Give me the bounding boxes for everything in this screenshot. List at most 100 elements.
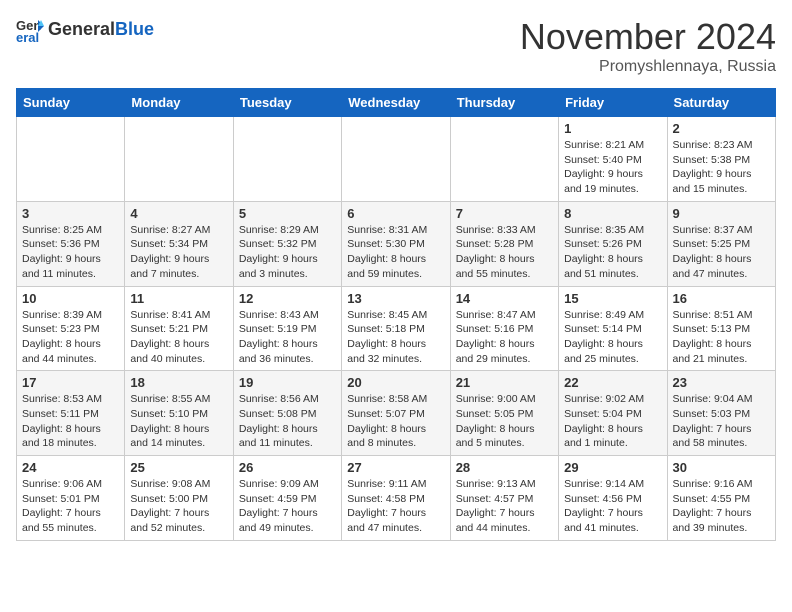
day-number: 10 [22, 291, 119, 306]
day-cell: 24Sunrise: 9:06 AM Sunset: 5:01 PM Dayli… [17, 456, 125, 541]
calendar: SundayMondayTuesdayWednesdayThursdayFrid… [16, 88, 776, 541]
day-info: Sunrise: 8:43 AM Sunset: 5:19 PM Dayligh… [239, 308, 336, 367]
calendar-header-row: SundayMondayTuesdayWednesdayThursdayFrid… [17, 89, 776, 117]
day-number: 18 [130, 375, 227, 390]
day-cell: 9Sunrise: 8:37 AM Sunset: 5:25 PM Daylig… [667, 201, 775, 286]
day-number: 25 [130, 460, 227, 475]
week-row-4: 17Sunrise: 8:53 AM Sunset: 5:11 PM Dayli… [17, 371, 776, 456]
day-number: 17 [22, 375, 119, 390]
col-header-wednesday: Wednesday [342, 89, 450, 117]
day-cell: 30 Sunrise: 9:16 AM Sunset: 4:55 PM Dayli… [667, 456, 775, 541]
day-info: Sunrise: 9:14 AM Sunset: 4:56 PM Dayligh… [564, 477, 661, 536]
day-number: 21 [456, 375, 553, 390]
logo-general-text: General [48, 19, 115, 39]
day-cell: 22Sunrise: 9:02 AM Sunset: 5:04 PM Dayli… [559, 371, 667, 456]
day-info: Sunrise: 8:49 AM Sunset: 5:14 PM Dayligh… [564, 308, 661, 367]
day-info: Sunrise: 8:41 AM Sunset: 5:21 PM Dayligh… [130, 308, 227, 367]
day-cell: 20Sunrise: 8:58 AM Sunset: 5:07 PM Dayli… [342, 371, 450, 456]
day-number: 2 [673, 121, 770, 136]
day-cell: 17Sunrise: 8:53 AM Sunset: 5:11 PM Dayli… [17, 371, 125, 456]
day-info: Sunrise: 8:35 AM Sunset: 5:26 PM Dayligh… [564, 223, 661, 282]
day-info: Sunrise: 8:51 AM Sunset: 5:13 PM Dayligh… [673, 308, 770, 367]
day-info: Sunrise: 8:23 AM Sunset: 5:38 PM Dayligh… [673, 138, 770, 197]
day-cell: 21Sunrise: 9:00 AM Sunset: 5:05 PM Dayli… [450, 371, 558, 456]
day-cell: 14 Sunrise: 8:47 AM Sunset: 5:16 PM Dayli… [450, 286, 558, 371]
day-cell: 18 Sunrise: 8:55 AM Sunset: 5:10 PM Dayli… [125, 371, 233, 456]
day-number: 12 [239, 291, 336, 306]
week-row-2: 3 Sunrise: 8:25 AM Sunset: 5:36 PM Daylig… [17, 201, 776, 286]
day-cell: 16 Sunrise: 8:51 AM Sunset: 5:13 PM Dayli… [667, 286, 775, 371]
day-cell: 15 Sunrise: 8:49 AM Sunset: 5:14 PM Dayli… [559, 286, 667, 371]
col-header-thursday: Thursday [450, 89, 558, 117]
day-info: Sunrise: 9:16 AM Sunset: 4:55 PM Dayligh… [673, 477, 770, 536]
day-info: Sunrise: 9:04 AM Sunset: 5:03 PM Dayligh… [673, 392, 770, 451]
day-cell: 2 Sunrise: 8:23 AM Sunset: 5:38 PM Daylig… [667, 117, 775, 202]
day-number: 3 [22, 206, 119, 221]
day-cell: 10 Sunrise: 8:39 AM Sunset: 5:23 PM Dayli… [17, 286, 125, 371]
month-title: November 2024 [520, 16, 776, 58]
day-cell: 1 Sunrise: 8:21 AM Sunset: 5:40 PM Daylig… [559, 117, 667, 202]
day-number: 4 [130, 206, 227, 221]
day-info: Sunrise: 8:27 AM Sunset: 5:34 PM Dayligh… [130, 223, 227, 282]
day-cell: 13Sunrise: 8:45 AM Sunset: 5:18 PM Dayli… [342, 286, 450, 371]
day-number: 27 [347, 460, 444, 475]
day-cell: 8Sunrise: 8:35 AM Sunset: 5:26 PM Daylig… [559, 201, 667, 286]
day-info: Sunrise: 8:21 AM Sunset: 5:40 PM Dayligh… [564, 138, 661, 197]
day-cell [342, 117, 450, 202]
day-info: Sunrise: 9:08 AM Sunset: 5:00 PM Dayligh… [130, 477, 227, 536]
day-cell: 4 Sunrise: 8:27 AM Sunset: 5:34 PM Daylig… [125, 201, 233, 286]
day-number: 11 [130, 291, 227, 306]
day-number: 19 [239, 375, 336, 390]
day-cell: 23Sunrise: 9:04 AM Sunset: 5:03 PM Dayli… [667, 371, 775, 456]
week-row-3: 10 Sunrise: 8:39 AM Sunset: 5:23 PM Dayli… [17, 286, 776, 371]
col-header-tuesday: Tuesday [233, 89, 341, 117]
col-header-saturday: Saturday [667, 89, 775, 117]
day-number: 20 [347, 375, 444, 390]
logo-blue-text: Blue [115, 19, 154, 39]
day-number: 14 [456, 291, 553, 306]
day-cell [17, 117, 125, 202]
title-block: November 2024 Promyshlennaya, Russia [520, 16, 776, 76]
day-number: 1 [564, 121, 661, 136]
day-cell: 27 Sunrise: 9:11 AM Sunset: 4:58 PM Dayli… [342, 456, 450, 541]
day-number: 13 [347, 291, 444, 306]
day-number: 26 [239, 460, 336, 475]
logo: Gen eral GeneralBlue [16, 16, 154, 44]
day-info: Sunrise: 8:47 AM Sunset: 5:16 PM Dayligh… [456, 308, 553, 367]
day-cell: 5 Sunrise: 8:29 AM Sunset: 5:32 PM Daylig… [233, 201, 341, 286]
col-header-sunday: Sunday [17, 89, 125, 117]
day-cell: 12 Sunrise: 8:43 AM Sunset: 5:19 PM Dayli… [233, 286, 341, 371]
day-info: Sunrise: 8:55 AM Sunset: 5:10 PM Dayligh… [130, 392, 227, 451]
day-info: Sunrise: 9:11 AM Sunset: 4:58 PM Dayligh… [347, 477, 444, 536]
col-header-friday: Friday [559, 89, 667, 117]
page-header: Gen eral GeneralBlue November 2024 Promy… [16, 16, 776, 76]
day-number: 29 [564, 460, 661, 475]
day-info: Sunrise: 8:31 AM Sunset: 5:30 PM Dayligh… [347, 223, 444, 282]
day-info: Sunrise: 8:25 AM Sunset: 5:36 PM Dayligh… [22, 223, 119, 282]
day-cell: 26 Sunrise: 9:09 AM Sunset: 4:59 PM Dayli… [233, 456, 341, 541]
day-number: 5 [239, 206, 336, 221]
day-number: 30 [673, 460, 770, 475]
day-info: Sunrise: 8:29 AM Sunset: 5:32 PM Dayligh… [239, 223, 336, 282]
day-cell: 29 Sunrise: 9:14 AM Sunset: 4:56 PM Dayli… [559, 456, 667, 541]
day-info: Sunrise: 9:13 AM Sunset: 4:57 PM Dayligh… [456, 477, 553, 536]
day-info: Sunrise: 8:39 AM Sunset: 5:23 PM Dayligh… [22, 308, 119, 367]
day-cell [450, 117, 558, 202]
day-cell: 28 Sunrise: 9:13 AM Sunset: 4:57 PM Dayli… [450, 456, 558, 541]
day-info: Sunrise: 8:56 AM Sunset: 5:08 PM Dayligh… [239, 392, 336, 451]
day-info: Sunrise: 9:09 AM Sunset: 4:59 PM Dayligh… [239, 477, 336, 536]
day-cell: 19 Sunrise: 8:56 AM Sunset: 5:08 PM Dayli… [233, 371, 341, 456]
day-cell: 7Sunrise: 8:33 AM Sunset: 5:28 PM Daylig… [450, 201, 558, 286]
day-cell: 6 Sunrise: 8:31 AM Sunset: 5:30 PM Daylig… [342, 201, 450, 286]
day-info: Sunrise: 8:33 AM Sunset: 5:28 PM Dayligh… [456, 223, 553, 282]
logo-icon: Gen eral [16, 16, 44, 44]
day-number: 28 [456, 460, 553, 475]
day-number: 24 [22, 460, 119, 475]
day-cell [125, 117, 233, 202]
location: Promyshlennaya, Russia [520, 58, 776, 76]
day-number: 16 [673, 291, 770, 306]
day-cell: 3 Sunrise: 8:25 AM Sunset: 5:36 PM Daylig… [17, 201, 125, 286]
day-number: 6 [347, 206, 444, 221]
day-cell: 11 Sunrise: 8:41 AM Sunset: 5:21 PM Dayli… [125, 286, 233, 371]
day-number: 15 [564, 291, 661, 306]
